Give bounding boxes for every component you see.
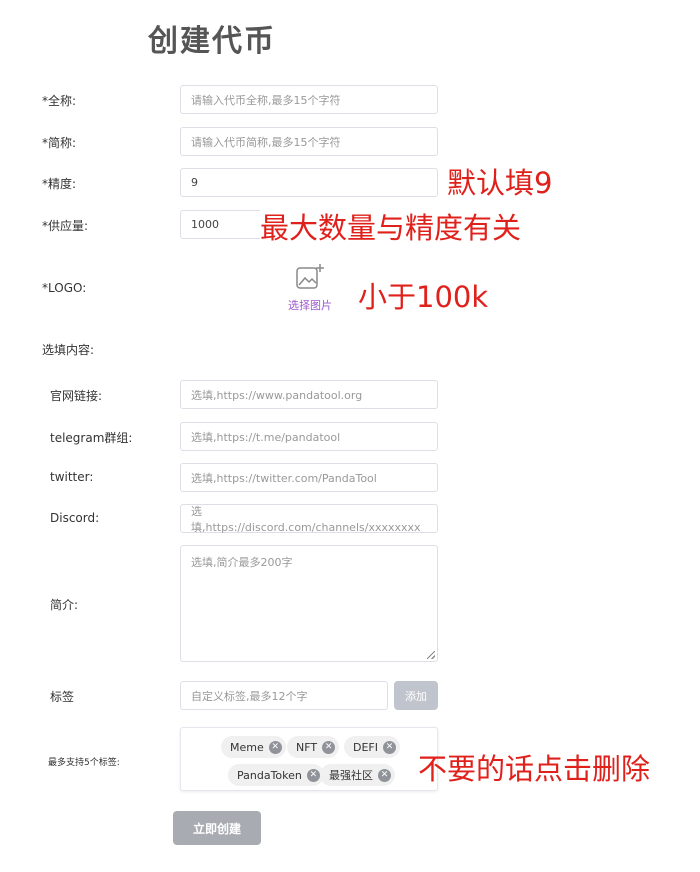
tags-label: 最多支持5个标签: <box>48 758 120 768</box>
precision-label: *精度: <box>42 177 77 191</box>
add-image-icon <box>295 263 325 295</box>
tag-chip: Meme ✕ <box>221 736 286 758</box>
tags-annotation: 不要的话点击删除 <box>418 752 651 786</box>
intro-label: 简介: <box>50 598 79 612</box>
close-icon[interactable]: ✕ <box>322 740 336 754</box>
tag-chip: PandaToken ✕ <box>228 764 324 786</box>
tag-text: DEFI <box>353 740 378 754</box>
close-icon[interactable]: ✕ <box>378 768 391 782</box>
logo-annotation: 小于100k <box>358 280 489 314</box>
tag-text: PandaToken <box>237 768 302 782</box>
telegram-input[interactable]: 选填,https://t.me/pandatool <box>180 422 438 451</box>
close-icon[interactable]: ✕ <box>306 768 320 782</box>
tag-input[interactable]: 自定义标签,最多12个字 <box>180 681 388 710</box>
tag-text: 最强社区 <box>329 769 373 782</box>
precision-input[interactable]: 9 <box>180 168 438 197</box>
twitter-label: twitter: <box>50 470 94 484</box>
tag-chip: 最强社区 ✕ <box>320 764 395 786</box>
close-icon[interactable]: ✕ <box>268 740 282 754</box>
shortname-label: *简称: <box>42 136 77 150</box>
supply-label: *供应量: <box>42 219 89 233</box>
tag-text: NFT <box>296 740 318 754</box>
tag-text: Meme <box>230 740 264 754</box>
tag-input-label: 标签 <box>50 690 75 704</box>
tag-chip: DEFI ✕ <box>344 736 400 758</box>
website-label: 官网链接: <box>50 389 103 403</box>
twitter-input[interactable]: 选填,https://twitter.com/PandaTool <box>180 463 438 492</box>
upload-label: 选择图片 <box>288 299 332 312</box>
resize-grip-icon[interactable] <box>427 651 435 659</box>
tag-chip: NFT ✕ <box>287 736 340 758</box>
discord-label: Discord: <box>50 511 100 525</box>
logo-upload[interactable]: 选择图片 <box>282 263 338 313</box>
page-title: 创建代币 <box>148 24 276 59</box>
tag-list: Meme ✕ NFT ✕ DEFI ✕ PandaToken ✕ 最强社区 ✕ <box>180 727 438 791</box>
telegram-label: telegram群组: <box>50 431 133 445</box>
optional-section-label: 选填内容: <box>42 343 95 357</box>
precision-annotation: 默认填9 <box>447 166 553 200</box>
fullname-label: *全称: <box>42 94 77 108</box>
close-icon[interactable]: ✕ <box>383 740 396 754</box>
shortname-input[interactable]: 请输入代币简称,最多15个字符 <box>180 127 438 156</box>
logo-label: *LOGO: <box>42 281 87 295</box>
intro-placeholder: 选填,简介最多200字 <box>191 556 293 569</box>
fullname-input[interactable]: 请输入代币全称,最多15个字符 <box>180 85 438 114</box>
discord-input[interactable]: 选填,https://discord.com/channels/xxxxxxxx <box>180 504 438 534</box>
intro-textarea[interactable]: 选填,简介最多200字 <box>180 545 438 662</box>
supply-annotation: 最大数量与精度有关 <box>260 205 526 247</box>
create-token-button[interactable]: 立即创建 <box>173 811 261 845</box>
add-tag-button[interactable]: 添加 <box>394 681 438 710</box>
website-input[interactable]: 选填,https://www.pandatool.org <box>180 380 438 409</box>
